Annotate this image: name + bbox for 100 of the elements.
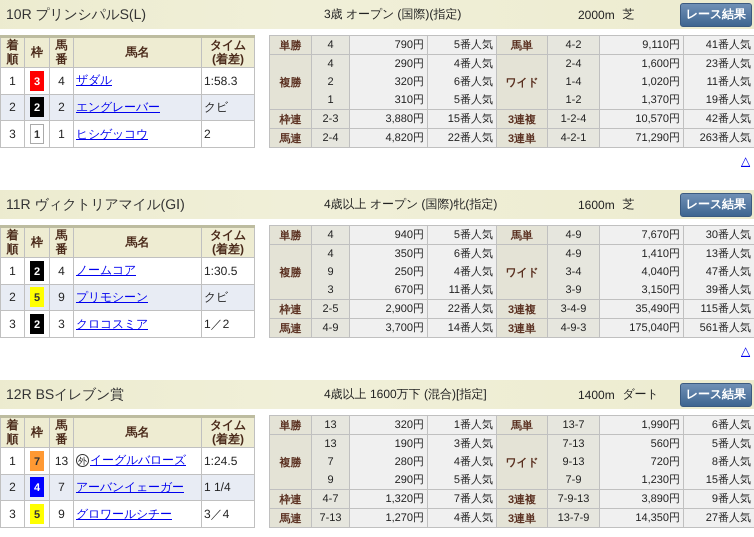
horse-name-link[interactable]: イーグルバローズ <box>90 452 186 470</box>
payout-amount: 1,230円 <box>640 473 680 488</box>
bet-type-label: 複勝 <box>270 434 312 490</box>
finish-position: 3 <box>0 500 24 528</box>
popularity-rank: 4番人気 <box>452 510 493 526</box>
horse-number: 4 <box>50 258 74 284</box>
bet-type-label: 3連単 <box>496 128 548 148</box>
payout-amount: 35,490円 <box>634 302 680 317</box>
back-to-top-link[interactable]: △ <box>741 344 750 358</box>
bet-type-label: 3連複 <box>496 300 548 318</box>
popularity-rank: 7番人気 <box>452 492 493 507</box>
payout-amount: 350円 <box>394 247 424 262</box>
payout-amount: 290円 <box>394 57 424 72</box>
combination: 3-9 <box>564 283 582 298</box>
combination: 7-9-13 <box>556 492 590 507</box>
payout-amount: 1,600円 <box>640 57 680 72</box>
combination: 13 <box>323 437 338 452</box>
column-header: 着順 <box>6 419 18 446</box>
combination: 9-13 <box>561 455 586 470</box>
payout-amount: 790円 <box>394 38 424 53</box>
combination: 9 <box>326 473 335 488</box>
payout-amount: 320円 <box>394 418 424 433</box>
bet-type-label: 3連単 <box>496 318 548 338</box>
column-header: 枠 <box>31 234 43 249</box>
horse-number: 3 <box>50 310 74 338</box>
popularity-rank: 6番人気 <box>452 246 493 262</box>
race-distance: 1600m <box>578 198 615 212</box>
popularity-rank: 4番人気 <box>452 56 493 72</box>
combination: 7-13 <box>318 511 343 526</box>
popularity-rank: 5番人気 <box>710 436 751 452</box>
combination: 4-2-1 <box>560 131 588 146</box>
race-result-button[interactable]: レース結果 <box>680 382 752 406</box>
column-header: 馬名 <box>126 234 150 249</box>
column-header: タイム (着差) <box>209 419 247 446</box>
popularity-rank: 23番人気 <box>704 56 751 72</box>
payout-amount: 175,040円 <box>628 321 680 336</box>
popularity-rank: 263番人気 <box>698 130 751 146</box>
race-title: 12R BSイレブン賞 <box>6 386 126 404</box>
popularity-rank: 9番人気 <box>710 492 751 507</box>
combination: 1-2-4 <box>560 112 588 127</box>
popularity-rank: 8番人気 <box>710 454 751 470</box>
finish-time: 1:30.5 <box>202 258 254 284</box>
bet-type-label: ワイド <box>496 54 548 110</box>
payout-amount: 280円 <box>394 455 424 470</box>
finish-position: 1 <box>0 258 24 284</box>
popularity-rank: 4番人気 <box>452 264 493 280</box>
combination: 1-2 <box>564 93 582 108</box>
bracket-number: 2 <box>30 314 44 334</box>
payout-amount: 10,570円 <box>634 112 680 127</box>
popularity-rank: 1番人気 <box>452 418 493 433</box>
payout-amount: 3,150円 <box>640 283 680 298</box>
finish-time: 1:58.3 <box>202 68 254 94</box>
combination: 2-4 <box>564 57 582 72</box>
bet-type-label: 馬単 <box>496 416 548 434</box>
race-conditions: 3歳 オープン (国際)(指定) <box>324 6 462 23</box>
combination: 4 <box>326 57 335 72</box>
popularity-rank: 5番人気 <box>452 228 493 243</box>
payout-amount: 7,670円 <box>640 228 680 243</box>
combination: 2 <box>326 75 335 90</box>
finish-position: 1 <box>0 448 24 474</box>
payout-amount: 1,320円 <box>384 492 424 507</box>
combination: 3 <box>326 283 335 298</box>
back-to-top-link[interactable]: △ <box>741 154 750 168</box>
finish-position: 3 <box>0 310 24 338</box>
payout-amount: 14,350円 <box>634 511 680 526</box>
popularity-rank: 41番人気 <box>704 38 751 53</box>
finish-time: 3／4 <box>202 500 254 528</box>
combination: 4-9-3 <box>560 321 588 336</box>
combination: 2-4 <box>322 131 340 146</box>
finish-time: 1／2 <box>202 310 254 338</box>
combination: 4-9 <box>564 228 582 243</box>
combination: 4 <box>326 247 335 262</box>
payout-amount: 1,990円 <box>640 418 680 433</box>
bet-type-label: 馬単 <box>496 226 548 244</box>
combination: 7-9 <box>564 473 582 488</box>
payout-amount: 190円 <box>394 437 424 452</box>
race-conditions: 4歳以上 オープン (国際)牝(指定) <box>324 196 498 213</box>
bracket-number: 5 <box>30 287 44 308</box>
horse-name-link[interactable]: ザダル <box>76 72 112 90</box>
popularity-rank: 11番人気 <box>448 282 493 298</box>
race-result-button[interactable]: レース結果 <box>680 2 752 26</box>
popularity-rank: 13番人気 <box>704 246 751 262</box>
bet-type-label: 3連単 <box>496 508 548 528</box>
popularity-rank: 14番人気 <box>446 320 493 336</box>
payout-amount: 1,410円 <box>640 247 680 262</box>
combination: 7 <box>326 455 335 470</box>
combination: 4 <box>326 38 335 53</box>
bet-type-label: 3連複 <box>496 490 548 508</box>
race-result-button[interactable]: レース結果 <box>680 192 752 216</box>
combination: 2-3 <box>322 112 340 127</box>
payout-amount: 720円 <box>650 455 680 470</box>
popularity-rank: 3番人気 <box>452 436 493 452</box>
combination: 13-7-9 <box>556 511 590 526</box>
track-surface: 芝 <box>622 196 636 213</box>
popularity-rank: 5番人気 <box>452 472 493 488</box>
bracket-number: 5 <box>30 504 44 524</box>
bet-type-label: 枠連 <box>270 110 312 128</box>
combination: 4 <box>326 228 335 243</box>
payout-amount: 2,900円 <box>384 302 424 317</box>
popularity-rank: 5番人気 <box>452 92 493 108</box>
